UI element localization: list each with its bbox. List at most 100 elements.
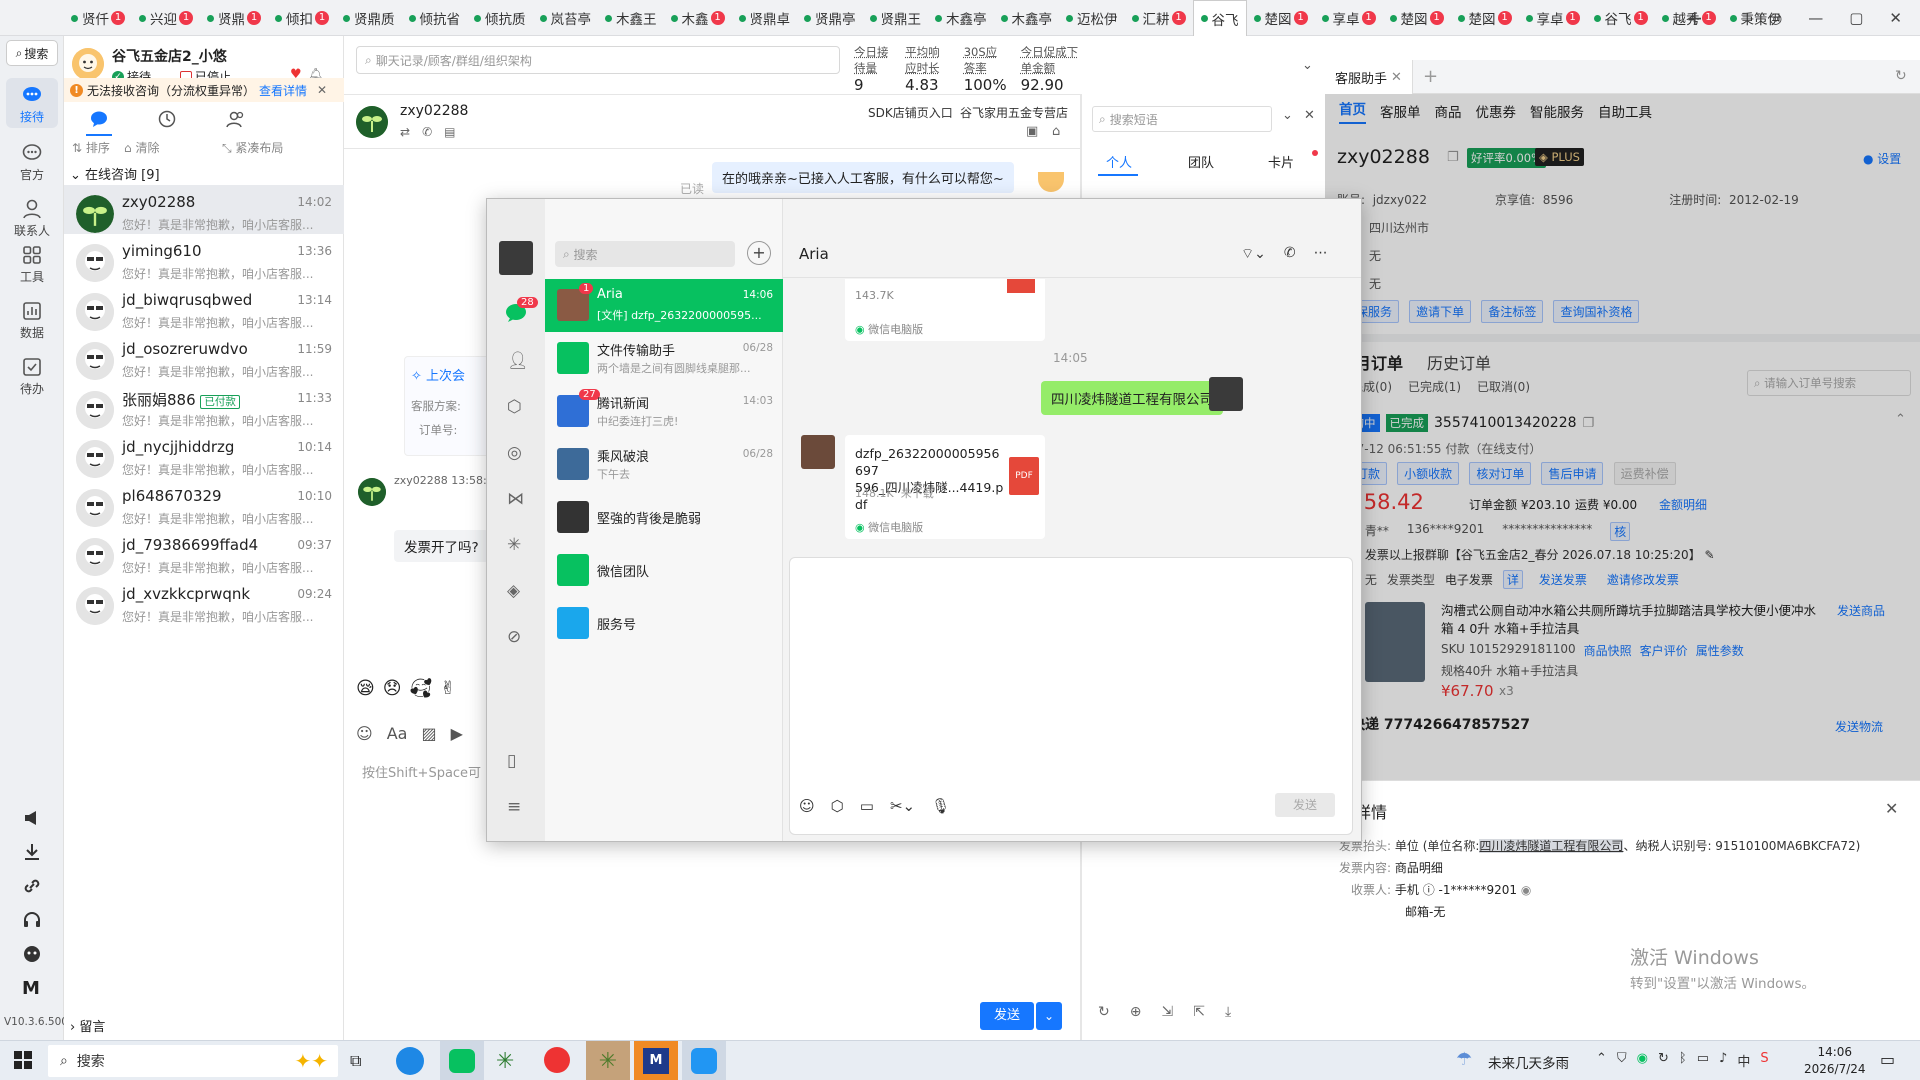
chat-options-icon[interactable]: ⌔⌄ xyxy=(1241,245,1266,263)
maximize-icon[interactable]: ▢ xyxy=(1849,9,1863,27)
app-star-icon[interactable]: ✳ xyxy=(496,1049,514,1074)
sync-icon[interactable]: ↻ xyxy=(1658,1051,1669,1070)
shield-icon[interactable]: ⛉ xyxy=(1617,1051,1627,1070)
emoji-hand-icon[interactable]: ✌︎ xyxy=(440,678,455,699)
bookmark-icon[interactable]: ▣ xyxy=(1026,124,1038,139)
scissors-icon[interactable]: ✂⌄ xyxy=(890,797,915,815)
search-star-icon[interactable]: ✳ xyxy=(507,535,521,555)
app-red-icon[interactable] xyxy=(544,1047,570,1073)
target-icon[interactable]: ◎ xyxy=(1769,9,1782,27)
session-item[interactable]: jd_biwqrusqbwed 13:14 您好！真是非常抱歉，咱小店客服... xyxy=(64,283,344,332)
tab-item[interactable]: 汇耕 1 xyxy=(1125,0,1193,36)
app-orange-icon[interactable]: ✳ xyxy=(586,1041,630,1080)
clock-icon[interactable] xyxy=(158,110,176,128)
box-icon[interactable]: ⬡ xyxy=(507,397,522,417)
robot-icon[interactable] xyxy=(22,944,42,964)
close-icon[interactable]: ✕ xyxy=(1889,9,1902,27)
last-session-link[interactable]: ✧ 上次会 xyxy=(405,357,493,392)
chat-bubble-icon[interactable] xyxy=(90,110,108,128)
menu-icon[interactable]: ≡ xyxy=(507,797,521,817)
add-tab-icon[interactable]: + xyxy=(1686,6,1703,30)
session-item[interactable]: pl648670329 10:10 您好！真是非常抱歉，咱小店客服... xyxy=(64,479,344,528)
windows-start-icon[interactable] xyxy=(14,1051,32,1069)
wechat-tray-icon[interactable]: ◉ xyxy=(1637,1051,1648,1070)
helper-tab[interactable]: 客服助手 ✕ xyxy=(1325,60,1413,94)
add-tab-icon[interactable]: + xyxy=(1423,66,1438,87)
my-avatar[interactable] xyxy=(499,241,533,275)
emoji-icon[interactable]: ☺ xyxy=(799,797,815,815)
session-item[interactable]: jd_nycjjhiddrzg 10:14 您好！真是非常抱歉，咱小店客服... xyxy=(64,430,344,479)
app-chat-icon[interactable] xyxy=(682,1041,726,1080)
wechat-contact-item[interactable]: 1 Aria 14:06 [文件] dzfp_2632200000595... xyxy=(545,279,783,332)
export-icon[interactable]: ⇱ xyxy=(1193,1004,1205,1020)
phone-icon[interactable]: ✆ xyxy=(422,125,432,139)
taskbar-search[interactable]: ⌕ 搜索 ✦✦ xyxy=(48,1045,338,1077)
search-button[interactable]: ⌕ 搜索 xyxy=(6,40,58,66)
task-view-icon[interactable]: ⧉ xyxy=(350,1051,361,1071)
emoji-love-icon[interactable]: 🥰︎ xyxy=(410,678,433,699)
tab-item[interactable]: 贤鼎王 xyxy=(863,0,929,36)
message-input[interactable] xyxy=(789,557,1353,835)
emoji-icon[interactable]: ☺ xyxy=(356,724,373,743)
wechat-contact-item[interactable]: 文件传输助手 06/28 两个墙是之间有圆脚线桌腿那... xyxy=(545,332,783,385)
tab-item[interactable]: 倾扣 1 xyxy=(268,0,336,36)
close-icon[interactable]: ✕ xyxy=(1391,70,1402,85)
send-options-button[interactable]: ⌄ xyxy=(1036,1002,1062,1030)
store-icon[interactable]: ⌂ xyxy=(1052,124,1060,139)
chevron-down-icon[interactable]: ⌄ xyxy=(1302,58,1313,73)
transfer-icon[interactable]: ⇄ xyxy=(400,125,410,139)
font-icon[interactable]: Aa xyxy=(387,724,408,743)
notification-icon[interactable]: ▭ xyxy=(1880,1050,1895,1069)
nav-todo[interactable]: 待办 xyxy=(6,350,58,400)
nav-tools[interactable]: 工具 xyxy=(6,238,58,288)
folder-icon[interactable]: ▭ xyxy=(860,797,874,815)
tab-item[interactable]: 享卓 1 xyxy=(1315,0,1383,36)
tab-item[interactable]: 享卓 1 xyxy=(1519,0,1587,36)
session-item[interactable]: zxy02288 14:02 您好！真是非常抱歉，咱小店客服... xyxy=(64,185,344,234)
close-icon[interactable]: ✕ xyxy=(317,83,327,97)
tab-item[interactable]: 贤鼎卓 xyxy=(732,0,798,36)
tab-item[interactable]: 贤鼎亭 xyxy=(797,0,863,36)
bluetooth-icon[interactable]: ᛒ xyxy=(1679,1051,1687,1070)
sort-button[interactable]: ⇅ 排序 xyxy=(72,139,110,156)
minimize-icon[interactable]: — xyxy=(1808,9,1823,27)
download-icon[interactable] xyxy=(22,842,42,862)
wechat-send-button[interactable]: 发送 xyxy=(1275,793,1335,817)
app-s-icon[interactable]: S xyxy=(1760,1051,1768,1070)
phone-icon[interactable]: ▯ xyxy=(507,751,516,771)
moments-icon[interactable]: ◎ xyxy=(507,443,522,463)
contacts-icon[interactable]: 👤︎ xyxy=(507,351,529,371)
nav-official[interactable]: 官方 xyxy=(6,136,58,186)
volume-icon[interactable]: ♪ xyxy=(1719,1051,1727,1070)
call-icon[interactable]: ✆ xyxy=(1284,245,1296,263)
wechat-search-input[interactable]: ⌕ 搜索 xyxy=(555,241,735,267)
nav-data[interactable]: 数据 xyxy=(6,294,58,344)
session-item[interactable]: jd_xvzkkcprwqnk 09:24 您好！真是非常抱歉，咱小店客服... xyxy=(64,577,344,626)
close-icon[interactable]: ✕ xyxy=(1304,108,1315,123)
mic-icon[interactable]: 🎙︎ xyxy=(931,797,950,815)
video-icon[interactable]: ▶ xyxy=(451,724,463,743)
close-icon[interactable]: ✕ xyxy=(1885,799,1898,818)
note-icon[interactable]: ▤ xyxy=(444,125,455,139)
session-item[interactable]: yiming610 13:36 您好！真是非常抱歉，咱小店客服... xyxy=(64,234,344,283)
wechat-contact-item[interactable]: 服务号 xyxy=(545,597,783,650)
link-icon[interactable] xyxy=(22,876,42,896)
edge-icon[interactable] xyxy=(396,1047,424,1075)
tab-item[interactable]: 楚図 1 xyxy=(1451,0,1519,36)
wechat-contact-item[interactable]: 乘风破浪 06/28 下午去 xyxy=(545,438,783,491)
leave-msg-header[interactable]: › 留言 xyxy=(70,1016,105,1035)
wechat-app-icon[interactable] xyxy=(440,1041,484,1080)
file-card-top[interactable]: 143.7K ◉ 微信电脑版 xyxy=(845,279,1045,341)
nav-reception[interactable]: 接待 xyxy=(6,78,58,128)
channels-icon[interactable]: ⋈ xyxy=(507,489,524,509)
headset-icon[interactable] xyxy=(22,910,42,930)
session-item[interactable]: jd_osozreruwdvo 11:59 您好！真是非常抱歉，咱小店客服... xyxy=(64,332,344,381)
file-card[interactable]: dzfp_26322000005956697 596_四川凌炜隧...4419.p… xyxy=(845,435,1045,539)
download-icon[interactable]: ⤓ xyxy=(1225,1004,1231,1020)
tab-item[interactable]: 岚苔亭 xyxy=(533,0,599,36)
link-icon[interactable]: ⊘ xyxy=(507,627,521,647)
tab-item[interactable]: 兴迎 1 xyxy=(132,0,200,36)
session-item[interactable]: jd_79386699ffad4 09:37 您好！真是非常抱歉，咱小店客服... xyxy=(64,528,344,577)
emoji-sad-icon[interactable]: 😞︎ xyxy=(383,678,402,699)
tab-item[interactable]: 贤鼎 1 xyxy=(200,0,268,36)
